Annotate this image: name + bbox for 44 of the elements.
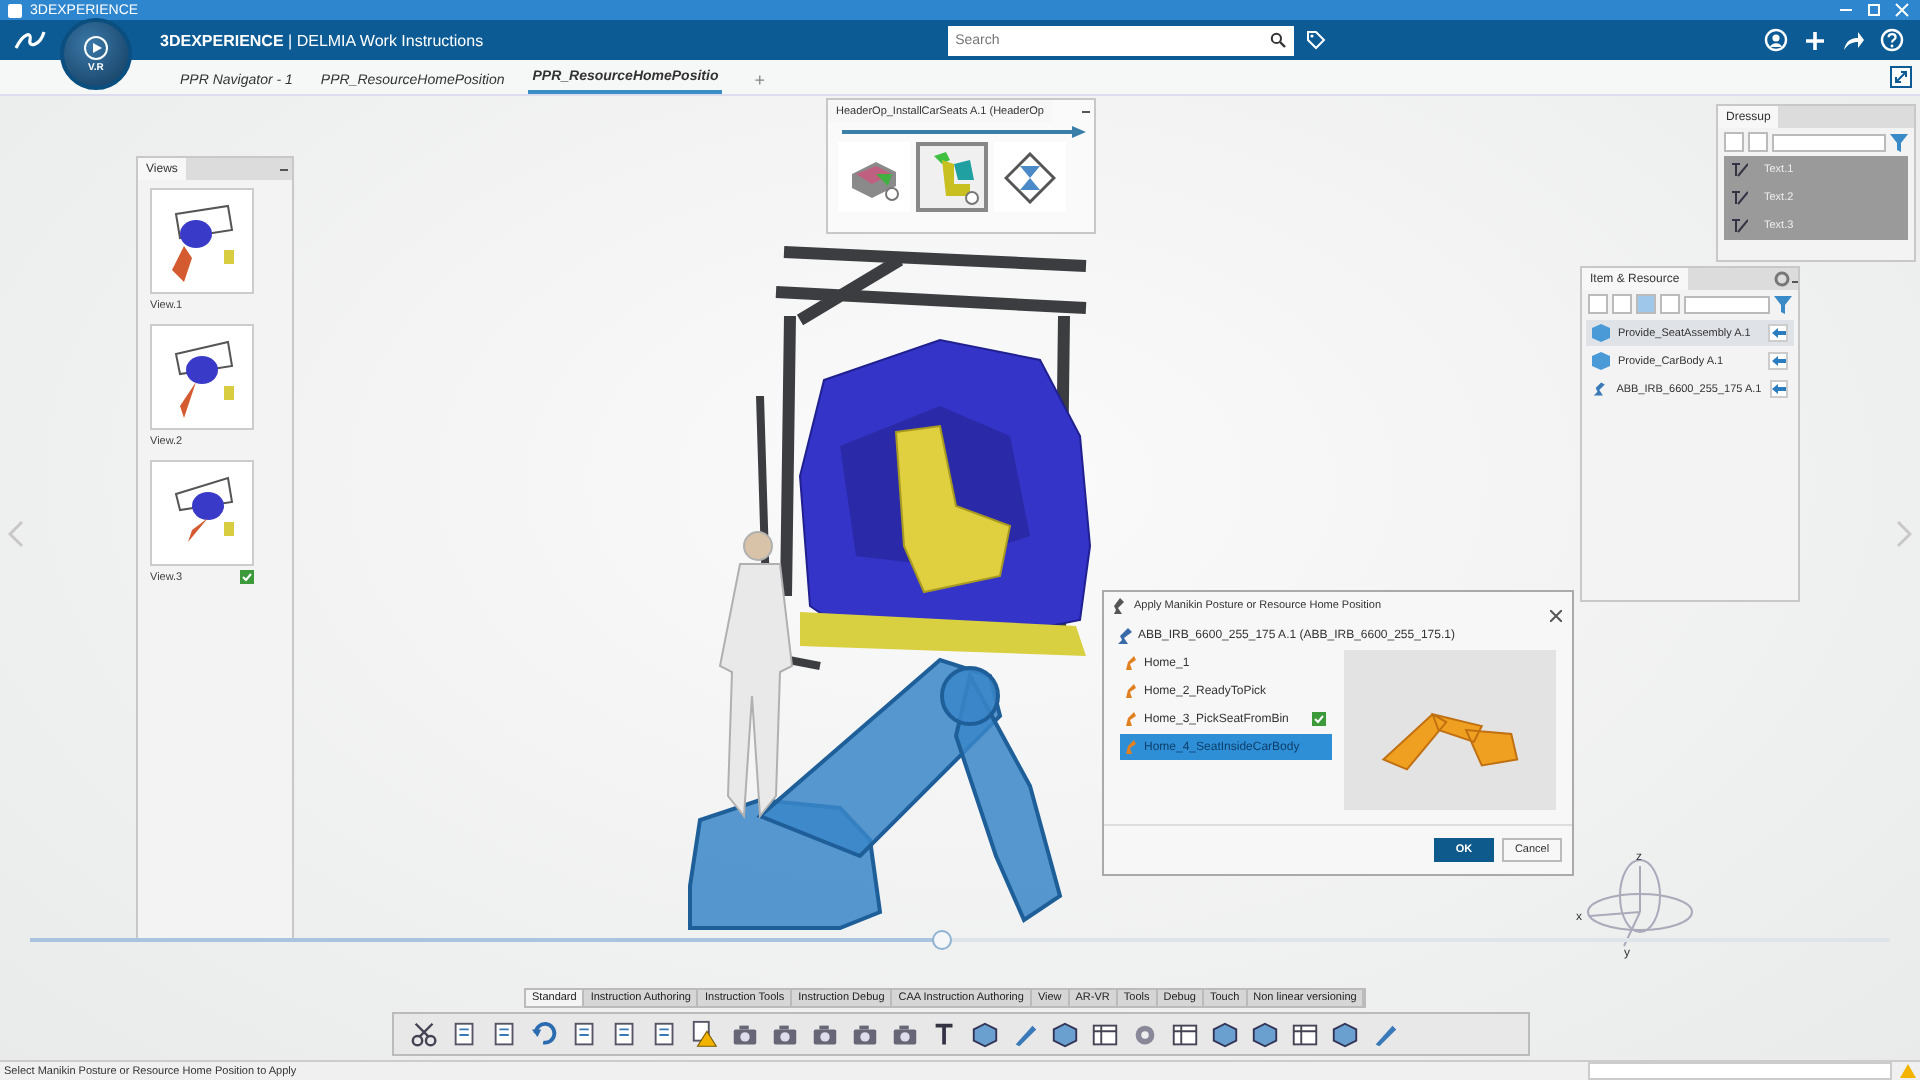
view-thumbnail[interactable] bbox=[150, 188, 254, 294]
filter-icon[interactable] bbox=[1774, 295, 1792, 313]
warning-icon bbox=[1900, 1064, 1916, 1078]
hourglass-icon bbox=[1004, 151, 1056, 203]
play-icon bbox=[84, 35, 108, 59]
search-icon[interactable] bbox=[1269, 32, 1286, 48]
filter-field[interactable] bbox=[1684, 295, 1770, 313]
text-annotation-icon bbox=[1732, 190, 1748, 206]
table-icon[interactable] bbox=[1090, 1019, 1120, 1049]
text-annotation-icon bbox=[1732, 218, 1748, 234]
operation-step[interactable] bbox=[916, 142, 988, 212]
view-thumbnail[interactable] bbox=[150, 460, 254, 566]
operation-step[interactable] bbox=[838, 142, 910, 212]
help-icon[interactable] bbox=[1880, 28, 1904, 52]
warning-icon[interactable] bbox=[690, 1019, 720, 1049]
app-icon bbox=[8, 3, 22, 17]
list-icon[interactable] bbox=[1290, 1019, 1320, 1049]
text-annotation-icon bbox=[1732, 162, 1748, 178]
command-field[interactable] bbox=[1588, 1062, 1892, 1080]
tag-icon[interactable] bbox=[1305, 30, 1326, 50]
settings-icon[interactable] bbox=[1770, 268, 1798, 290]
operation-step[interactable] bbox=[994, 142, 1066, 212]
compass-axes-drawing bbox=[1587, 859, 1693, 947]
expand-button[interactable] bbox=[1890, 66, 1912, 88]
share-icon[interactable] bbox=[1842, 29, 1864, 51]
assign-button[interactable] bbox=[1768, 324, 1788, 342]
assign-button[interactable] bbox=[1768, 352, 1788, 370]
logo-icon[interactable] bbox=[12, 28, 48, 52]
maximize-icon[interactable] bbox=[1864, 2, 1884, 18]
close-icon[interactable] bbox=[1892, 2, 1912, 18]
flow-arrow-icon bbox=[842, 126, 1086, 138]
app-title: 3DEXPERIENCE | DELMIA Work Instructions bbox=[160, 31, 484, 49]
scissors-icon[interactable] bbox=[410, 1019, 440, 1049]
filter-icon[interactable] bbox=[1890, 133, 1908, 151]
user-icon[interactable] bbox=[1764, 28, 1788, 52]
assign-button[interactable] bbox=[1769, 380, 1788, 398]
view-thumbnail[interactable] bbox=[150, 324, 254, 430]
plus-icon[interactable] bbox=[1804, 29, 1826, 51]
cube-icon[interactable] bbox=[1050, 1019, 1080, 1049]
undo-icon[interactable] bbox=[530, 1019, 560, 1049]
cube-icon[interactable] bbox=[970, 1019, 1000, 1049]
filter-field[interactable] bbox=[1772, 133, 1886, 151]
seek-handle[interactable] bbox=[931, 930, 952, 950]
table-icon[interactable] bbox=[1170, 1019, 1200, 1049]
